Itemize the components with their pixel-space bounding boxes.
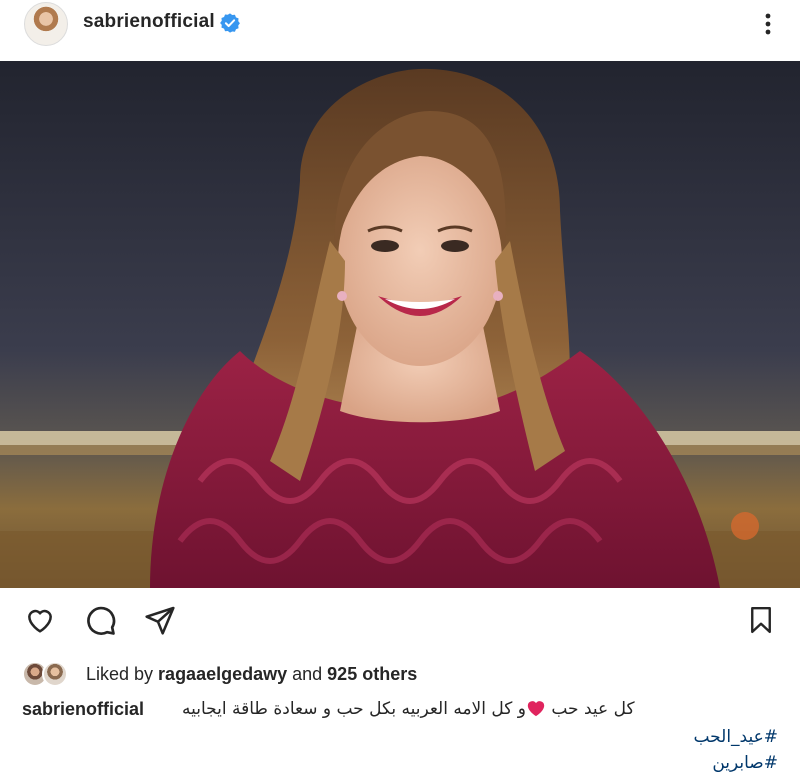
more-vertical-icon[interactable] bbox=[760, 8, 776, 40]
caption-username[interactable]: sabrienofficial bbox=[22, 699, 144, 720]
likes-count[interactable]: 925 others bbox=[327, 664, 417, 684]
red-heart-icon bbox=[527, 701, 545, 717]
likes-middle: and bbox=[287, 664, 328, 684]
photo-illustration bbox=[0, 61, 800, 588]
caption: sabrienofficial كل عيد حب و كل الامه الع… bbox=[22, 697, 782, 723]
liker-avatar[interactable] bbox=[42, 661, 68, 687]
comment-icon bbox=[87, 606, 116, 635]
caption-text-part1: كل عيد حب bbox=[545, 699, 635, 719]
share-button[interactable] bbox=[140, 600, 180, 640]
action-bar bbox=[0, 600, 800, 644]
caption-text: كل عيد حب و كل الامه العربيه بكل حب و سع… bbox=[182, 699, 635, 719]
hashtag-link[interactable]: #عيد_الحب bbox=[693, 727, 778, 747]
post-photo[interactable] bbox=[0, 61, 800, 588]
likes-row: Liked by ragaaelgedawy and 925 others bbox=[22, 661, 782, 689]
liker-username[interactable]: ragaaelgedawy bbox=[158, 664, 287, 684]
like-button[interactable] bbox=[20, 600, 60, 640]
avatar[interactable] bbox=[24, 2, 68, 46]
verified-badge-icon bbox=[220, 13, 240, 33]
caption-text-part2: و كل الامه العربيه بكل حب و سعادة طاقة ا… bbox=[182, 699, 526, 719]
paper-plane-icon bbox=[145, 606, 175, 635]
hashtag-link[interactable]: #صابرين bbox=[712, 753, 778, 773]
heart-outline-icon bbox=[28, 609, 52, 633]
post-header: sabrienofficial bbox=[0, 0, 800, 60]
save-button[interactable] bbox=[741, 600, 781, 640]
post-username[interactable]: sabrienofficial bbox=[83, 11, 215, 33]
likes-prefix: Liked by bbox=[86, 664, 159, 684]
bookmark-icon bbox=[751, 606, 771, 634]
likes-summary[interactable]: Liked by ragaaelgedawy and 925 others bbox=[86, 664, 417, 685]
comment-button[interactable] bbox=[80, 600, 120, 640]
